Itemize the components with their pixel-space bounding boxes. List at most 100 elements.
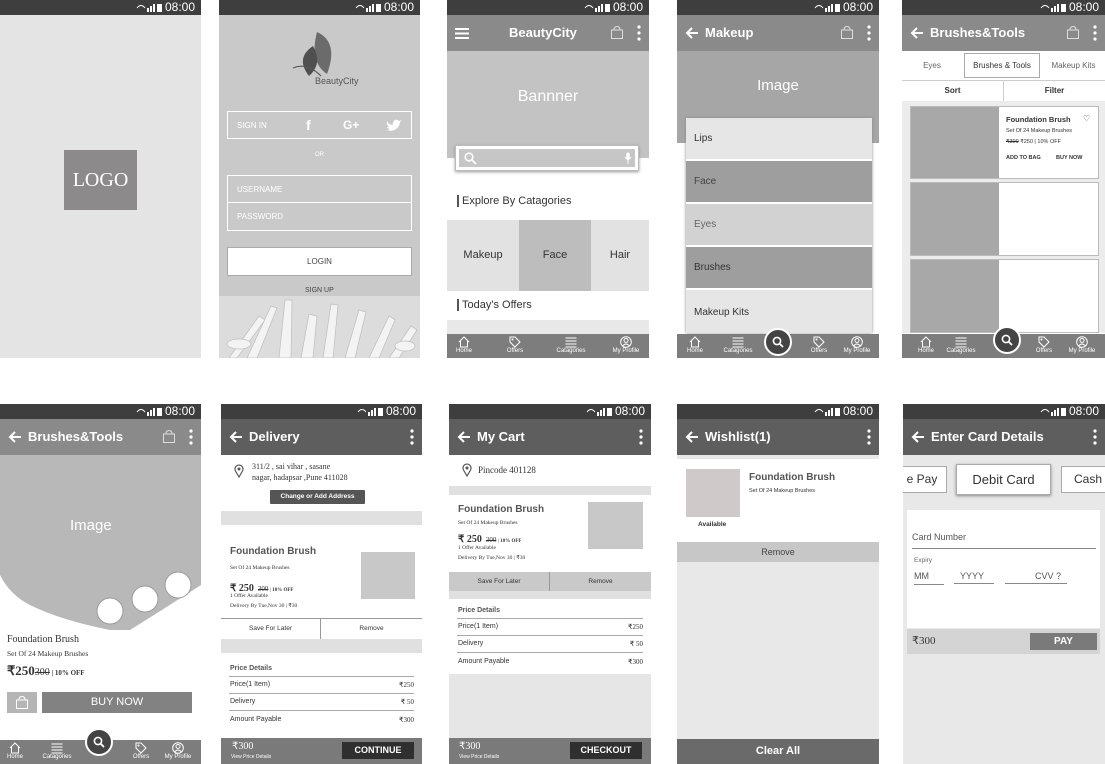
nav-categories[interactable]: Catagories xyxy=(40,741,74,760)
tab-eyes[interactable]: Eyes xyxy=(902,53,962,79)
payment-tab-epay[interactable]: e Pay xyxy=(903,466,947,493)
filter-button[interactable]: Filter xyxy=(1004,81,1105,101)
remove-button[interactable]: Remove xyxy=(677,542,879,562)
nav-profile[interactable]: My Profile xyxy=(1065,335,1099,354)
nav-categories[interactable]: Catagories xyxy=(944,335,978,354)
search-fab[interactable] xyxy=(85,728,113,756)
nav-profile[interactable]: My Profile xyxy=(609,335,643,354)
back-arrow-icon[interactable] xyxy=(228,429,244,445)
list-item-makeup-kits[interactable]: Makeup Kits xyxy=(686,290,872,333)
checkout-button[interactable]: CHECKOUT xyxy=(570,742,642,759)
category-hair[interactable]: Hair xyxy=(591,220,649,291)
cart-screen: 08:00 My Cart Pincode 401128 Foundation … xyxy=(449,404,651,764)
wishlist-item[interactable]: Available Foundation Brush Set Of 24 Mak… xyxy=(677,459,879,542)
more-options-icon[interactable] xyxy=(1093,429,1097,445)
hamburger-menu-icon[interactable] xyxy=(455,28,469,39)
list-item-brushes[interactable]: Brushes xyxy=(686,247,872,289)
nav-offers[interactable]: Offers xyxy=(802,335,836,354)
back-arrow-icon[interactable] xyxy=(909,25,925,41)
nav-offers[interactable]: Offers xyxy=(1027,335,1061,354)
expiry-year-field[interactable]: YYYY xyxy=(954,571,994,584)
nav-home[interactable]: Home xyxy=(0,741,32,760)
nav-profile[interactable]: My Profile xyxy=(840,335,874,354)
shopping-bag-icon[interactable] xyxy=(163,430,175,443)
nav-offers[interactable]: Offers xyxy=(498,335,532,354)
continue-button[interactable]: CONTINUE xyxy=(342,742,414,759)
view-price-details-link[interactable]: View Price Details xyxy=(231,754,271,760)
banner[interactable]: Bannner xyxy=(447,51,649,158)
subcategory-list: Lips Face Eyes Brushes Makeup Kits xyxy=(686,118,872,333)
category-face[interactable]: Face xyxy=(519,220,591,291)
tab-makeup-kits[interactable]: Makeup Kits xyxy=(1042,53,1105,79)
add-to-bag-button[interactable]: ADD TO BAG xyxy=(1006,155,1041,161)
search-bar[interactable] xyxy=(455,145,639,171)
microphone-icon[interactable] xyxy=(624,152,632,164)
status-bar: 08:00 xyxy=(447,0,649,15)
shopping-bag-icon[interactable] xyxy=(611,26,623,39)
remove-button[interactable]: Remove xyxy=(321,619,422,639)
buy-now-button[interactable]: BUY NOW xyxy=(42,692,192,713)
facebook-icon[interactable]: f xyxy=(306,117,311,133)
save-for-later-button[interactable]: Save For Later xyxy=(221,619,321,639)
nav-home[interactable]: Home xyxy=(678,335,712,354)
logo-box: LOGO xyxy=(64,150,137,210)
remove-button[interactable]: Remove xyxy=(550,572,651,591)
search-fab[interactable] xyxy=(764,328,792,356)
buy-now-button[interactable]: BUY NOW xyxy=(1056,155,1082,161)
login-button[interactable]: LOGIN xyxy=(227,247,412,276)
search-fab[interactable] xyxy=(993,326,1021,354)
more-options-icon[interactable] xyxy=(867,429,871,445)
card-details-screen: 08:00 Enter Card Details e Pay Debit Car… xyxy=(903,404,1105,764)
twitter-icon[interactable] xyxy=(386,119,402,133)
product-card[interactable] xyxy=(910,259,1099,333)
more-options-icon[interactable] xyxy=(410,429,414,445)
cvv-field[interactable]: CVV ? xyxy=(1005,571,1067,584)
username-field[interactable]: USERNAME xyxy=(227,175,412,203)
checkout-bar: ₹300 View Price Details CONTINUE xyxy=(221,738,422,764)
nav-home[interactable]: Home xyxy=(909,335,943,354)
more-options-icon[interactable] xyxy=(637,25,641,41)
back-arrow-icon[interactable] xyxy=(910,429,926,445)
sort-button[interactable]: Sort xyxy=(902,81,1004,101)
change-address-button[interactable]: Change or Add Address xyxy=(270,490,365,504)
signal-icon xyxy=(357,408,383,417)
payment-tab-cash[interactable]: Cash xyxy=(1061,466,1105,493)
product-card[interactable]: Foundation Brush ♡ Set Of 24 Makeup Brus… xyxy=(910,106,1099,179)
categories-icon xyxy=(51,743,63,754)
card-number-field[interactable]: Card Number xyxy=(912,532,1096,549)
nav-profile[interactable]: My Profile xyxy=(161,741,195,760)
password-field[interactable]: PASSWORD xyxy=(227,203,412,231)
back-arrow-icon[interactable] xyxy=(684,429,700,445)
category-makeup[interactable]: Makeup xyxy=(447,220,519,291)
pay-button[interactable]: PAY xyxy=(1030,633,1097,650)
section-title-explore: Explore By Catagories xyxy=(457,195,571,207)
product-thumbnail xyxy=(588,502,643,549)
tab-brushes-tools[interactable]: Brushes & Tools xyxy=(964,53,1040,78)
list-item-lips[interactable]: Lips xyxy=(686,118,872,160)
more-options-icon[interactable] xyxy=(1093,25,1097,41)
nav-categories[interactable]: Catagories xyxy=(554,335,588,354)
nav-offers[interactable]: Offers xyxy=(124,741,158,760)
more-options-icon[interactable] xyxy=(639,429,643,445)
heart-icon[interactable]: ♡ xyxy=(1083,114,1090,123)
back-arrow-icon[interactable] xyxy=(7,429,23,445)
back-arrow-icon[interactable] xyxy=(684,25,700,41)
shopping-bag-icon[interactable] xyxy=(1067,26,1079,39)
list-item-eyes[interactable]: Eyes xyxy=(686,204,872,246)
more-options-icon[interactable] xyxy=(867,25,871,41)
payment-tab-debit-card[interactable]: Debit Card xyxy=(956,464,1051,495)
product-card[interactable] xyxy=(910,182,1099,256)
more-options-icon[interactable] xyxy=(189,429,193,445)
shopping-bag-icon[interactable] xyxy=(841,26,853,39)
nav-home[interactable]: Home xyxy=(447,335,481,354)
list-item-face[interactable]: Face xyxy=(686,161,872,203)
signup-link[interactable]: SIGN UP xyxy=(305,287,334,294)
nav-categories[interactable]: Catagories xyxy=(721,335,755,354)
expiry-month-field[interactable]: MM xyxy=(914,571,944,585)
back-arrow-icon[interactable] xyxy=(456,429,472,445)
google-plus-icon[interactable]: G+ xyxy=(343,118,359,132)
save-for-later-button[interactable]: Save For Later xyxy=(449,572,550,591)
add-to-bag-button[interactable] xyxy=(7,692,37,713)
clear-all-button[interactable]: Clear All xyxy=(677,739,879,764)
view-price-details-link[interactable]: View Price Details xyxy=(459,754,499,760)
